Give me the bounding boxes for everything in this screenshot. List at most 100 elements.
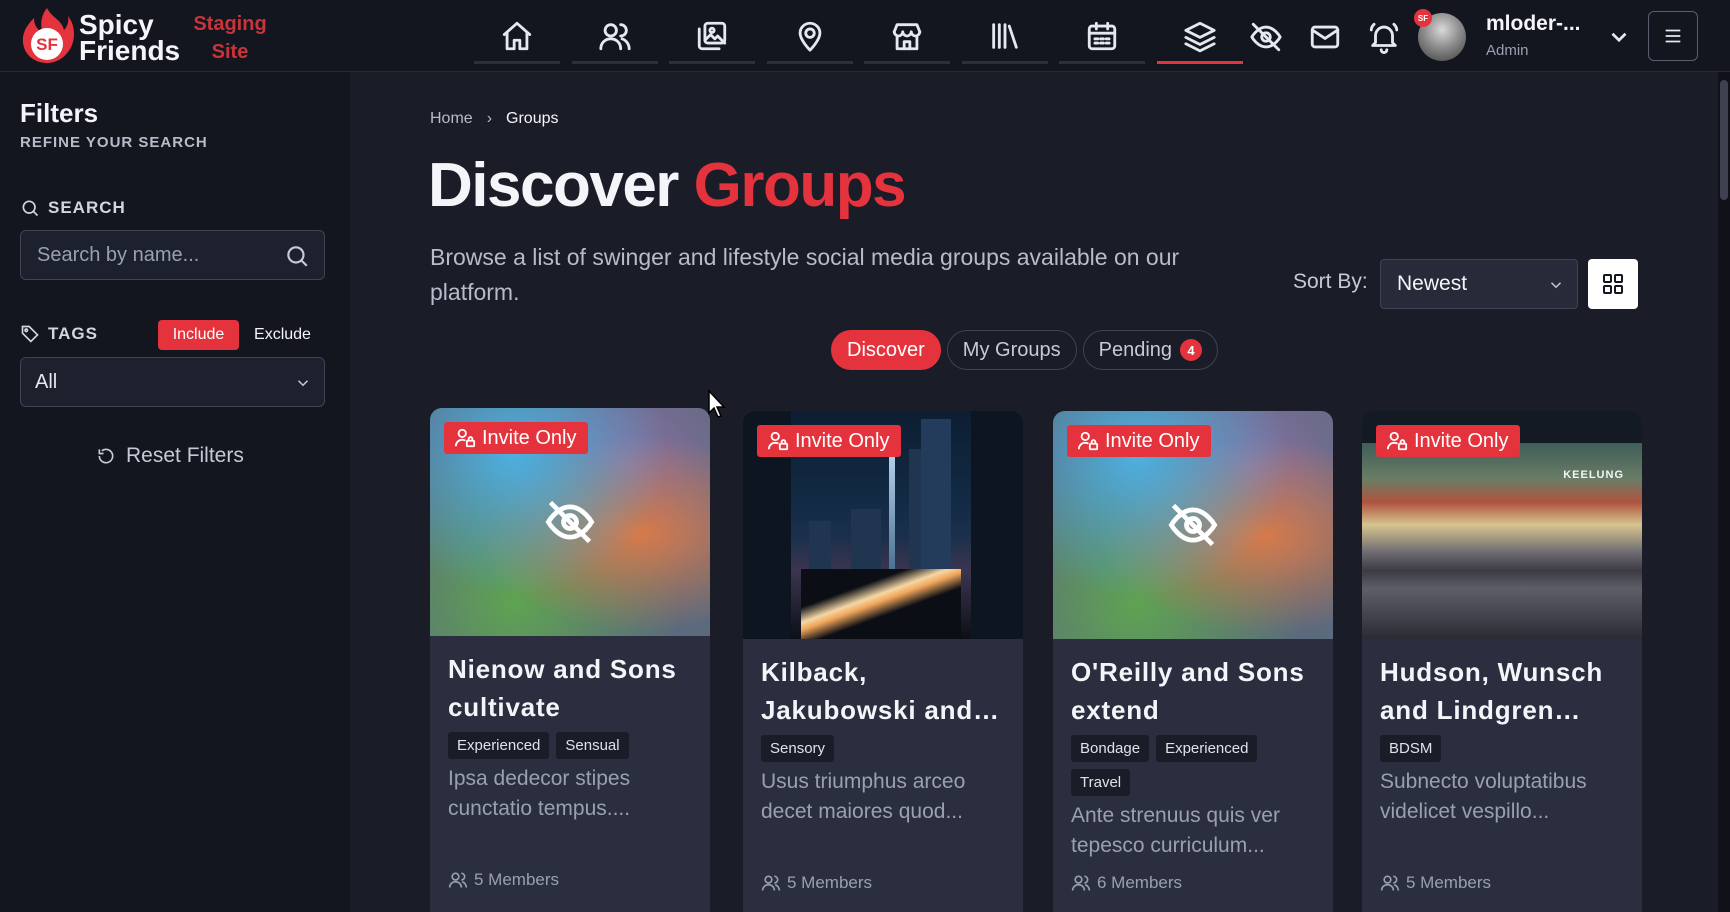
users-icon: [1071, 875, 1091, 891]
layers-icon: [1184, 21, 1216, 52]
tab-pending[interactable]: Pending 4: [1082, 330, 1219, 370]
tags-select-value: All: [35, 370, 58, 393]
notifications-button[interactable]: [1364, 17, 1404, 57]
tag-icon: [21, 325, 39, 343]
tab-my-groups-label: My Groups: [962, 338, 1061, 361]
breadcrumb-home[interactable]: Home: [430, 110, 473, 128]
group-title[interactable]: Kilback, Jakubowski and Lindgren: [761, 653, 1011, 729]
search-input[interactable]: [21, 231, 324, 279]
top-navbar: SF Spicy Friends Staging Site SF mloder-…: [0, 0, 1730, 72]
nav-home[interactable]: [474, 10, 560, 64]
group-card[interactable]: Invite Only Kilback, Jakubowski and Lind…: [743, 411, 1023, 912]
nav-store[interactable]: [864, 10, 950, 64]
nav-gallery[interactable]: [669, 10, 755, 64]
tab-my-groups[interactable]: My Groups: [946, 330, 1077, 370]
page-title-accent: Groups: [693, 151, 907, 220]
invite-only-label: Invite Only: [482, 426, 577, 449]
group-members: 5 Members: [761, 873, 872, 893]
group-members-count: 5 Members: [1406, 873, 1492, 892]
group-tabs: Discover My Groups Pending 4: [831, 330, 1219, 370]
search-icon: [22, 200, 39, 217]
eye-off-icon: [1250, 22, 1282, 52]
brand-name[interactable]: Spicy Friends: [79, 11, 181, 66]
eye-off-icon: [1167, 499, 1219, 551]
grid-view-button[interactable]: [1588, 259, 1638, 309]
nav-events[interactable]: [1059, 10, 1145, 64]
home-icon: [502, 21, 532, 50]
group-description: Ipsa dedecor stipes cunctatio tempus....: [448, 767, 631, 820]
mail-icon: [1310, 25, 1340, 49]
group-title[interactable]: Nienow and Sons cultivate: [448, 650, 698, 726]
page-description: Browse a list of swinger and lifestyle s…: [430, 244, 1180, 305]
user-menu-toggle[interactable]: [1606, 24, 1632, 50]
menu-icon: [1665, 29, 1681, 43]
search-label-text: SEARCH: [48, 198, 126, 217]
page: SF Spicy Friends Staging Site SF mloder-…: [0, 0, 1730, 912]
brand-name-line2: Friends: [79, 35, 181, 66]
group-description: Ante strenuus quis ver tepesco curriculu…: [1071, 804, 1280, 857]
group-tag[interactable]: Experienced: [1156, 735, 1258, 762]
user-name[interactable]: mloder-...: [1486, 12, 1581, 36]
pending-count-badge: 4: [1180, 339, 1203, 361]
group-card[interactable]: Invite Only O'Reilly and Sons extend Bon…: [1053, 411, 1333, 912]
search-icon: [287, 246, 308, 267]
tab-pending-label: Pending: [1098, 338, 1173, 361]
filters-title: Filters: [20, 98, 99, 128]
group-description: Subnecto voluptatibus videlicet vespillo…: [1380, 770, 1587, 823]
group-tag[interactable]: Sensory: [761, 735, 835, 762]
breadcrumb: Home › Groups: [430, 110, 558, 128]
logo-icon[interactable]: SF: [18, 6, 76, 64]
invite-only-badge: Invite Only: [757, 425, 902, 457]
messages-button[interactable]: [1305, 17, 1345, 57]
privacy-toggle[interactable]: [1246, 17, 1286, 57]
users-icon: [448, 872, 468, 888]
nav-groups[interactable]: [1157, 10, 1243, 64]
nav-members[interactable]: [572, 10, 658, 64]
group-card[interactable]: Invite Only Nienow and Sons cultivate Ex…: [430, 408, 710, 912]
sort-select-value: Newest: [1397, 272, 1468, 295]
chevron-down-icon: [1611, 32, 1627, 43]
search-section-label: SEARCH: [20, 198, 126, 218]
group-members: 5 Members: [448, 870, 559, 890]
tab-discover[interactable]: Discover: [831, 330, 941, 370]
group-title[interactable]: Hudson, Wunsch and Lindgren implement: [1380, 653, 1630, 729]
library-icon: [992, 22, 1018, 49]
include-toggle-button[interactable]: Include: [158, 320, 239, 350]
group-title[interactable]: O'Reilly and Sons extend: [1071, 653, 1321, 729]
hamburger-menu-button[interactable]: [1648, 11, 1698, 61]
group-members-count: 5 Members: [787, 873, 873, 892]
scrollbar-thumb[interactable]: [1720, 80, 1728, 200]
logo-letters: SF: [36, 35, 58, 54]
users-icon: [599, 22, 631, 50]
main-content: Home › Groups Discover Groups Browse a l…: [350, 72, 1720, 912]
group-members-count: 5 Members: [474, 870, 560, 889]
nav-locations[interactable]: [767, 10, 853, 64]
group-tag[interactable]: Sensual: [556, 732, 629, 759]
tags-label-text: TAGS: [48, 324, 98, 343]
page-title: Discover Groups: [428, 150, 907, 221]
exclude-toggle-button[interactable]: Exclude: [245, 320, 320, 350]
bell-icon: [1369, 22, 1399, 54]
tab-discover-label: Discover: [847, 338, 925, 361]
invite-only-label: Invite Only: [795, 429, 890, 452]
tags-select[interactable]: All: [20, 357, 325, 407]
nav-library[interactable]: [962, 10, 1048, 64]
search-submit-button[interactable]: [284, 243, 310, 269]
group-tag[interactable]: Travel: [1071, 769, 1131, 796]
invite-only-badge: Invite Only: [1376, 425, 1521, 457]
group-tag[interactable]: Experienced: [448, 732, 550, 759]
sort-select[interactable]: Newest: [1380, 259, 1578, 309]
user-role: Admin: [1486, 42, 1529, 59]
group-tag[interactable]: BDSM: [1380, 735, 1442, 762]
breadcrumb-current: Groups: [506, 110, 559, 127]
user-lock-icon: [454, 428, 476, 448]
invite-only-label: Invite Only: [1414, 429, 1509, 452]
chevron-down-icon: [294, 374, 312, 392]
group-tag[interactable]: Bondage: [1071, 735, 1150, 762]
group-members-count: 6 Members: [1097, 873, 1183, 892]
reset-filters-button[interactable]: Reset Filters: [96, 444, 244, 468]
environment-label-line1: Staging: [193, 13, 267, 35]
group-card[interactable]: KEELUNG Invite Only Hudson, Wunsch and L…: [1362, 411, 1642, 912]
avatar-badge: SF: [1414, 9, 1432, 27]
avatar[interactable]: SF: [1414, 9, 1466, 61]
